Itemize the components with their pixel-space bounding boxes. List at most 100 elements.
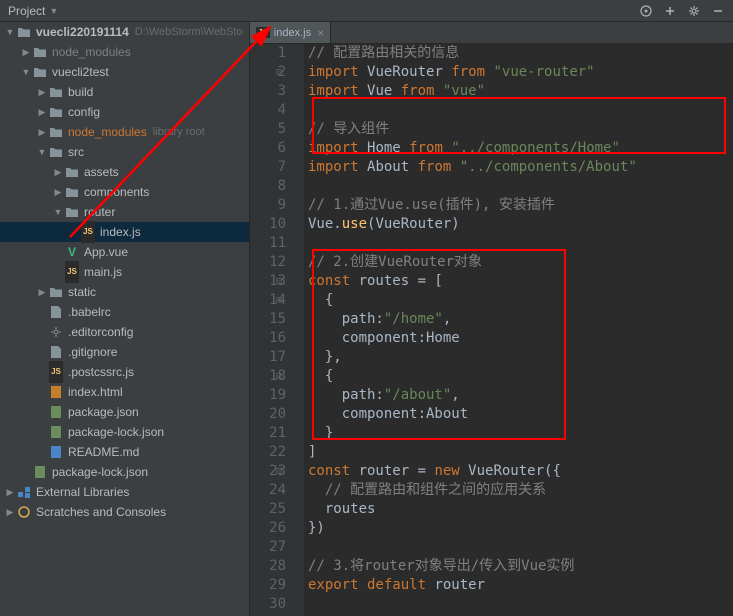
tree-item[interactable]: .editorconfig — [0, 322, 249, 342]
chevron-right-icon: ▶ — [52, 162, 64, 182]
tree-label: assets — [84, 162, 119, 182]
tree-item[interactable]: ▶ assets — [0, 162, 249, 182]
dropdown-icon[interactable]: ▼ — [49, 6, 58, 16]
tree-item[interactable]: package-lock.json — [0, 462, 249, 482]
line-number: 27 — [250, 538, 286, 557]
code-editor[interactable]: 12⊟345678910111213⊟14⊟15161718⊟192021222… — [250, 44, 733, 616]
fold-icon[interactable]: ⊟ — [276, 63, 282, 82]
js-icon: JS — [256, 27, 270, 38]
spacer-icon — [36, 302, 48, 322]
tree-external[interactable]: ▶External Libraries — [0, 482, 249, 502]
vue-icon: V — [64, 242, 80, 262]
tree-item[interactable]: ▶node_modules library root — [0, 122, 249, 142]
md-icon — [48, 445, 64, 459]
fold-icon[interactable]: ⊟ — [276, 272, 282, 291]
code-line — [308, 595, 733, 614]
tree-item[interactable]: ▼src — [0, 142, 249, 162]
code-line — [308, 177, 733, 196]
tree-item[interactable]: package.json — [0, 402, 249, 422]
tree-item[interactable]: ▼ router — [0, 202, 249, 222]
code-line: }) — [308, 519, 733, 538]
project-sidebar: ▼vuecli220191114 D:\WebStorm\WebSto▶node… — [0, 22, 250, 616]
json-icon — [48, 425, 64, 439]
tree-label: vuecli2test — [52, 62, 109, 82]
line-number: 20 — [250, 405, 286, 424]
tree-item[interactable]: index.html — [0, 382, 249, 402]
line-number: 22 — [250, 443, 286, 462]
folder-icon — [16, 26, 32, 38]
spacer-icon — [36, 422, 48, 442]
code-line: // 配置路由相关的信息 — [308, 44, 733, 63]
tree-suffix: library root — [153, 122, 205, 142]
line-number: 9 — [250, 196, 286, 215]
line-number: 29 — [250, 576, 286, 595]
spacer-icon — [36, 402, 48, 422]
folder-icon — [48, 86, 64, 98]
tree-item[interactable]: JSmain.js — [0, 262, 249, 282]
root-path: D:\WebStorm\WebSto — [135, 22, 243, 42]
fold-icon[interactable]: ⊟ — [276, 462, 282, 481]
gear-icon[interactable] — [687, 4, 701, 18]
code-line: // 3.将router对象导出/传入到Vue实例 — [308, 557, 733, 576]
tree-item[interactable]: ▶node_modules — [0, 42, 249, 62]
tab-index-js[interactable]: JS index.js × — [250, 22, 331, 43]
line-number: 4 — [250, 101, 286, 120]
minimize-icon[interactable] — [711, 4, 725, 18]
tree-scratches[interactable]: ▶Scratches and Consoles — [0, 502, 249, 522]
tree-root[interactable]: ▼vuecli220191114 D:\WebStorm\WebSto — [0, 22, 249, 42]
chevron-down-icon: ▼ — [52, 202, 64, 222]
tree-label: node_modules — [52, 42, 131, 62]
close-icon[interactable]: × — [317, 26, 324, 40]
target-icon[interactable] — [639, 4, 653, 18]
tree-item[interactable]: ▶static — [0, 282, 249, 302]
tree-item[interactable]: ▶build — [0, 82, 249, 102]
tree-label: config — [68, 102, 100, 122]
code-line: } — [308, 424, 733, 443]
code-content[interactable]: // 配置路由相关的信息import VueRouter from "vue-r… — [304, 44, 733, 616]
fold-icon[interactable]: ⊟ — [276, 291, 282, 310]
expand-icon[interactable] — [663, 4, 677, 18]
tab-label: index.js — [274, 27, 311, 39]
tree-label: .editorconfig — [68, 322, 133, 342]
line-number: 16 — [250, 329, 286, 348]
chevron-down-icon: ▼ — [4, 22, 16, 42]
line-number: 2⊟ — [250, 63, 286, 82]
tree-item[interactable]: package-lock.json — [0, 422, 249, 442]
chevron-down-icon: ▼ — [20, 62, 32, 82]
tree-item[interactable]: VApp.vue — [0, 242, 249, 262]
json-icon — [48, 405, 64, 419]
code-line: { — [308, 291, 733, 310]
tree-item[interactable]: README.md — [0, 442, 249, 462]
chevron-right-icon: ▶ — [52, 182, 64, 202]
tree-label: package.json — [68, 402, 139, 422]
project-tree[interactable]: ▼vuecli220191114 D:\WebStorm\WebSto▶node… — [0, 22, 249, 522]
line-number: 24 — [250, 481, 286, 500]
code-line: const router = new VueRouter({ — [308, 462, 733, 481]
project-label[interactable]: Project — [8, 4, 45, 18]
tree-label: components — [84, 182, 149, 202]
fold-icon[interactable]: ⊟ — [276, 367, 282, 386]
tree-label: .babelrc — [68, 302, 111, 322]
tree-item[interactable]: .gitignore — [0, 342, 249, 362]
line-number: 14⊟ — [250, 291, 286, 310]
tree-label: build — [68, 82, 93, 102]
tree-item[interactable]: ▶config — [0, 102, 249, 122]
code-line: { — [308, 367, 733, 386]
tree-item[interactable]: ▼ vuecli2test — [0, 62, 249, 82]
main-area: ▼vuecli220191114 D:\WebStorm\WebSto▶node… — [0, 22, 733, 616]
spacer-icon — [36, 382, 48, 402]
tree-item[interactable]: .babelrc — [0, 302, 249, 322]
js-icon: JS — [80, 221, 96, 243]
tree-label: router — [84, 202, 115, 222]
tree-item[interactable]: JSindex.js — [0, 222, 249, 242]
tree-item[interactable]: ▶ components — [0, 182, 249, 202]
line-number: 13⊟ — [250, 272, 286, 291]
tree-label: Scratches and Consoles — [36, 502, 166, 522]
tree-label: External Libraries — [36, 482, 129, 502]
tree-item[interactable]: JS.postcssrc.js — [0, 362, 249, 382]
tree-label: src — [68, 142, 84, 162]
line-number: 18⊟ — [250, 367, 286, 386]
code-line: import VueRouter from "vue-router" — [308, 63, 733, 82]
spacer-icon — [36, 322, 48, 342]
line-number: 30 — [250, 595, 286, 614]
